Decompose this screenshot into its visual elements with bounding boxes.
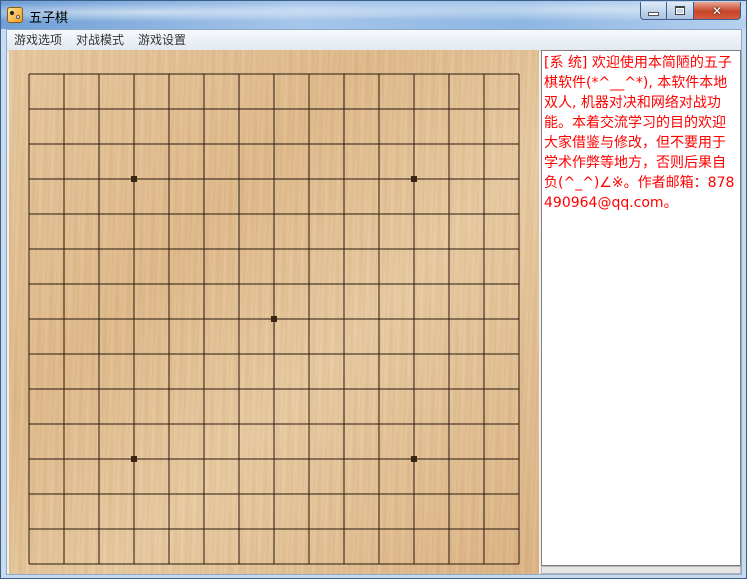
gomoku-app-icon	[7, 7, 23, 23]
window-title: 五子棋	[29, 11, 69, 26]
close-icon: ✕	[711, 3, 723, 18]
close-button[interactable]: ✕	[694, 2, 741, 20]
app-window: 五子棋 ✕ 游戏选项 对战模式 游戏设置 [系 统] 欢迎使用本简陋的五子棋软件…	[0, 0, 747, 579]
title-bar[interactable]: 五子棋 ✕	[1, 1, 746, 29]
maximize-icon	[675, 6, 685, 15]
star-point	[411, 176, 417, 182]
star-point	[411, 456, 417, 462]
menu-game-options[interactable]: 游戏选项	[7, 30, 69, 50]
star-point	[131, 456, 137, 462]
maximize-button[interactable]	[667, 2, 694, 20]
system-message: [系 统] 欢迎使用本简陋的五子棋软件(*^__^*), 本软件本地双人, 机器…	[544, 55, 735, 211]
board-grid[interactable]	[9, 50, 539, 574]
star-point	[271, 316, 277, 322]
chat-input-strip[interactable]	[541, 566, 741, 574]
menu-bar: 游戏选项 对战模式 游戏设置	[7, 30, 741, 51]
minimize-icon	[648, 11, 659, 16]
client-area: 游戏选项 对战模式 游戏设置 [系 统] 欢迎使用本简陋的五子棋软件(*^__^…	[6, 29, 742, 575]
gomoku-board[interactable]	[9, 50, 539, 574]
star-point	[131, 176, 137, 182]
menu-battle-mode[interactable]: 对战模式	[69, 30, 131, 50]
menu-game-settings[interactable]: 游戏设置	[131, 30, 193, 50]
minimize-button[interactable]	[640, 2, 667, 20]
chat-log-panel[interactable]: [系 统] 欢迎使用本简陋的五子棋软件(*^__^*), 本软件本地双人, 机器…	[541, 50, 741, 566]
